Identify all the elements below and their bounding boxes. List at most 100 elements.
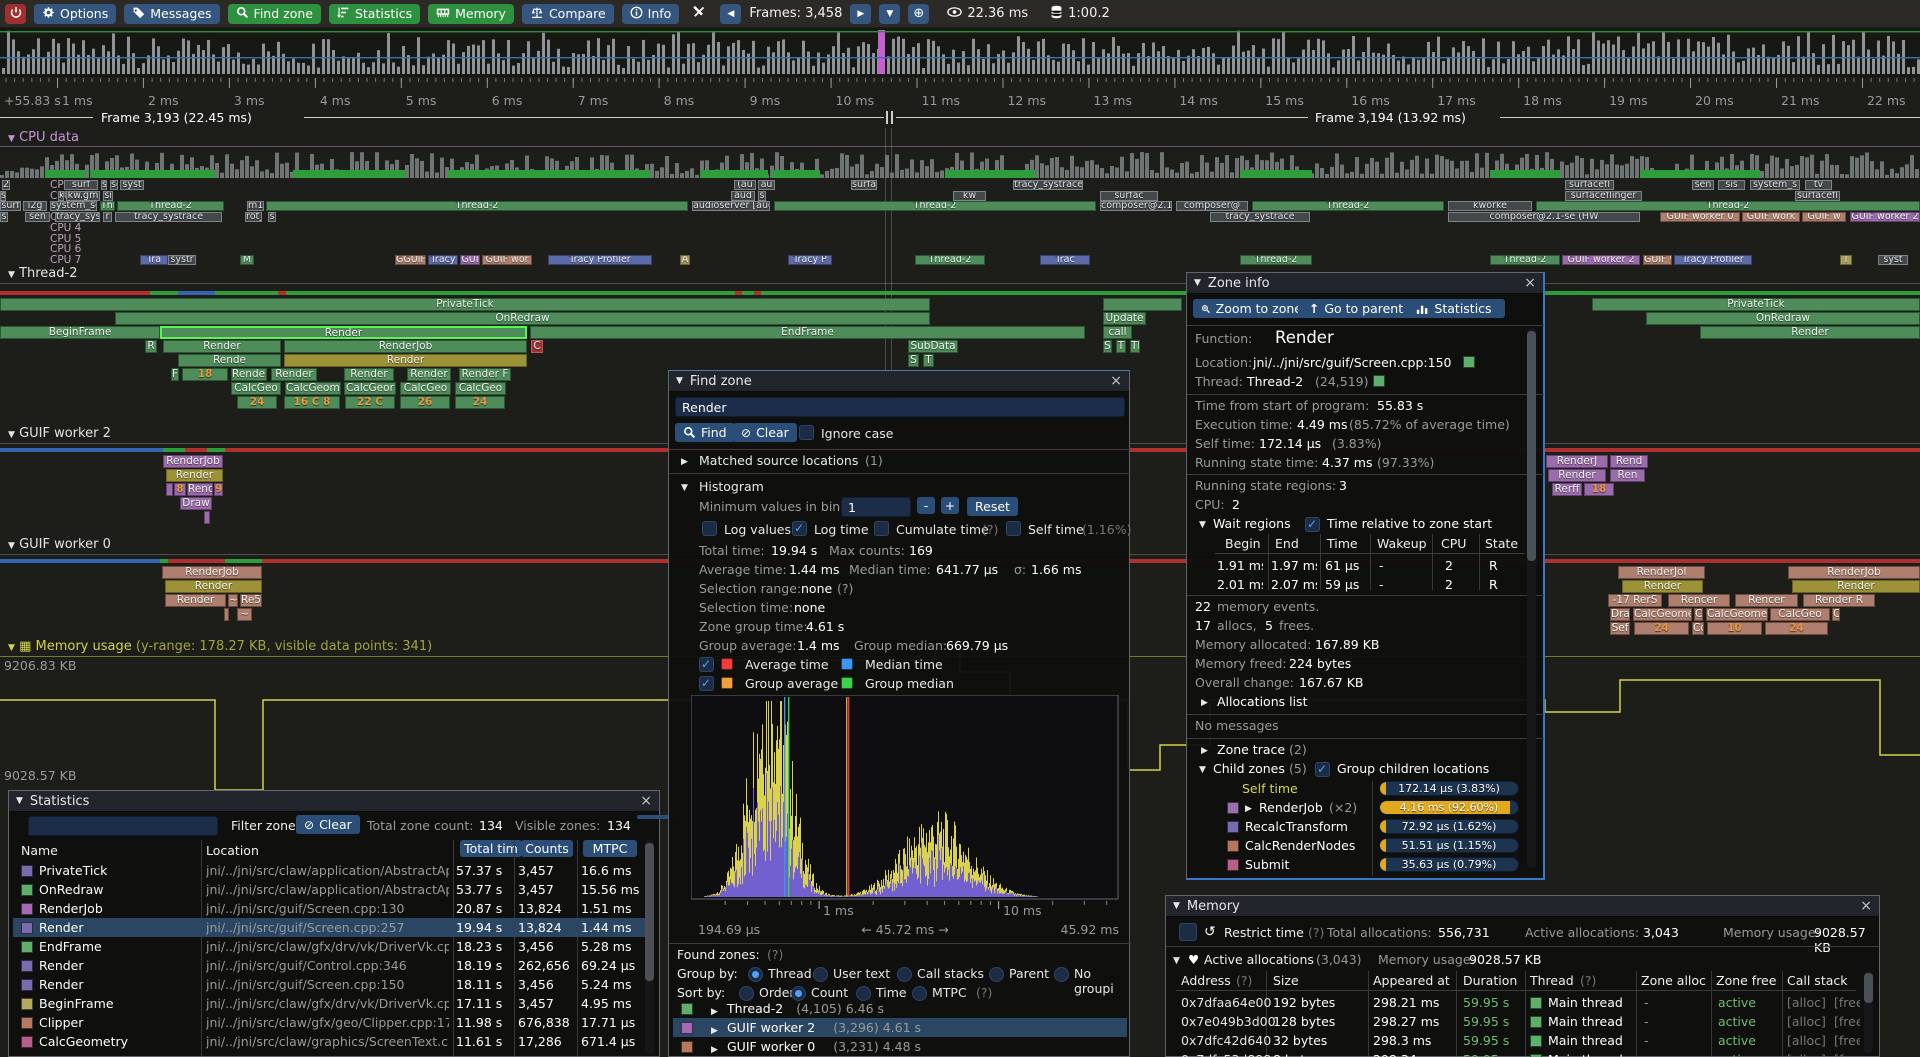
timeline-zone[interactable]: Ren: [1610, 469, 1645, 482]
sort-column-button[interactable]: MTPC: [583, 840, 637, 857]
messages-button[interactable]: Messages: [124, 4, 219, 24]
cpu-zone[interactable]: s: [268, 212, 276, 222]
found-zone-row[interactable]: ▶Thread-2(4,105) 6.46 s: [669, 1000, 1127, 1017]
restrict-time-checkbox[interactable]: [1179, 923, 1197, 941]
histogram-option-checkbox[interactable]: [792, 521, 807, 536]
timeline-zone[interactable]: CalcGeomet: [1706, 608, 1768, 621]
time-relative-checkbox[interactable]: [1305, 517, 1320, 532]
zone-action-button[interactable]: Zoom to zone: [1193, 299, 1310, 318]
table-row[interactable]: Clipperjni/../jni/src/claw/gfx/geo/Clipp…: [9, 1014, 645, 1031]
wait-table-header[interactable]: State: [1485, 536, 1518, 551]
collapse-arrow[interactable]: ▼: [16, 796, 23, 806]
cpu-zone[interactable]: surfaceflinger: [1565, 191, 1642, 201]
timeline-zone[interactable]: S: [908, 354, 919, 367]
cpu-zone[interactable]: Thread-2: [1536, 201, 1920, 211]
frame-label-left[interactable]: Frame 3,193 (22.45 ms): [96, 110, 257, 125]
wait-table-header[interactable]: End: [1275, 536, 1299, 551]
timeline-zone[interactable]: Re5: [240, 594, 262, 607]
active-allocations-arrow[interactable]: ▼: [1173, 956, 1180, 966]
sort-by-radio[interactable]: [912, 986, 927, 1001]
allocation-row[interactable]: 0x7e049b3d00128 bytes298.27 ms59.95 sMai…: [1166, 1013, 1861, 1030]
cpu-zone[interactable]: se: [110, 180, 118, 190]
cpu-zone[interactable]: 2: [2, 180, 10, 190]
table-row[interactable]: EndFramejni/../jni/src/claw/gfx/drv/vk/D…: [9, 938, 645, 955]
expand-arrow[interactable]: ▶: [711, 1042, 718, 1055]
timeline-zone[interactable]: Draw: [180, 497, 212, 510]
clear-filter-button[interactable]: ⊘Clear: [296, 815, 360, 834]
cpu-zone[interactable]: surfac: [851, 180, 877, 190]
timeline-zone[interactable]: CalcGeo: [400, 382, 451, 395]
timeline-zone[interactable]: C: [1832, 608, 1840, 621]
cpu-zone[interactable]: i2g: [23, 201, 47, 211]
cpu-zone[interactable]: Thread-2: [774, 201, 1096, 211]
allocation-row[interactable]: 0x7dfaa64e00192 bytes298.21 ms59.95 sMai…: [1166, 994, 1861, 1011]
sort-by-radio[interactable]: [856, 986, 871, 1001]
found-zone-row[interactable]: ▶GUIF worker 0(3,231) 4.48 s: [669, 1038, 1127, 1055]
cpu-data-header[interactable]: ▼ CPU data: [8, 130, 79, 145]
zone-trace-arrow[interactable]: ▶: [1201, 746, 1208, 756]
timeline-zone[interactable]: [224, 608, 229, 621]
alloc-callstack-alloc[interactable]: [alloc]: [1787, 1032, 1826, 1049]
matched-expand-arrow[interactable]: ▶: [681, 457, 688, 467]
timeline-zone[interactable]: CalcGeor: [344, 382, 396, 395]
timeline-zone[interactable]: Dra: [1610, 608, 1630, 621]
timeline-zone[interactable]: -17 RerS: [1608, 594, 1662, 607]
timeline-zone[interactable]: Render: [407, 368, 451, 381]
child-zones-arrow[interactable]: ▼: [1199, 765, 1206, 775]
table-row[interactable]: BeginFramejni/../jni/src/claw/gfx/drv/vk…: [9, 995, 645, 1012]
cpu-zone[interactable]: I: [1840, 255, 1852, 265]
cpu-zone[interactable]: Thre: [100, 201, 115, 211]
timeline-zone[interactable]: Render R: [1803, 594, 1875, 607]
cpu-zone[interactable]: composer@2.1-se [HW: [1100, 201, 1172, 211]
alloc-column-header[interactable]: Address: [1181, 973, 1231, 988]
timeline-zone[interactable]: Cd: [1692, 622, 1704, 635]
wait-regions-arrow[interactable]: ▼: [1199, 520, 1206, 530]
histogram-option-checkbox[interactable]: [1006, 521, 1021, 536]
cpu-zone[interactable]: Tracy Profiler: [1674, 255, 1752, 265]
cpu-zone[interactable]: composer@: [1176, 201, 1248, 211]
cpu-zone[interactable]: s: [758, 191, 766, 201]
group-children-checkbox[interactable]: [1315, 762, 1330, 777]
timeline-zone[interactable]: 26: [400, 396, 450, 409]
cpu-zone[interactable]: surfac: [1100, 191, 1158, 201]
alloc-callstack-free[interactable]: [free]: [1834, 1051, 1860, 1057]
cpu-zone[interactable]: tracy_syst: [55, 212, 100, 222]
table-row[interactable]: PrivateTickjni/../jni/src/claw/applicati…: [9, 862, 645, 879]
timeline-zone[interactable]: Render: [163, 340, 281, 353]
timeline-zone[interactable]: 24: [455, 396, 505, 409]
alloc-column-header[interactable]: Call stack: [1787, 973, 1848, 988]
group-by-radio[interactable]: [1054, 967, 1069, 982]
alloc-column-header[interactable]: Appeared at: [1373, 973, 1450, 988]
alloc-callstack-free[interactable]: [free]: [1834, 994, 1860, 1011]
cpu-zone[interactable]: sen: [25, 212, 50, 222]
cpu-zone[interactable]: surfacefl: [1565, 180, 1614, 190]
cpu-zone[interactable]: Tra: [140, 255, 168, 265]
cpu-zone[interactable]: GUIF worker 2: [1562, 255, 1640, 265]
timeline-zone[interactable]: 24: [1765, 622, 1828, 635]
timeline-zone[interactable]: PrivateTick: [1592, 298, 1920, 311]
tools-icon[interactable]: [691, 5, 706, 22]
filter-zones-input[interactable]: [28, 816, 218, 836]
collapse-arrow[interactable]: ▼: [1194, 278, 1201, 288]
cpu-zone[interactable]: Thread-2: [1240, 255, 1312, 265]
cpu-zone[interactable]: si: [103, 191, 113, 201]
timeline-zone[interactable]: Render: [1700, 326, 1920, 339]
timeline-zone[interactable]: Render: [1622, 580, 1703, 593]
cpu-zone[interactable]: tv: [1805, 180, 1832, 190]
alloc-callstack-free[interactable]: [free]: [1834, 1032, 1860, 1049]
group-by-radio[interactable]: [989, 967, 1004, 982]
expand-arrow[interactable]: ▶: [711, 1004, 718, 1017]
memory-usage-header[interactable]: ▼ ▦ Memory usage (y-range: 178.27 KB, vi…: [8, 639, 432, 654]
cpu-zone[interactable]: Tracy Profiler: [548, 255, 652, 265]
cpu-zone[interactable]: GUIF work: [1742, 212, 1800, 222]
cpu-zone[interactable]: surf: [64, 180, 98, 190]
cpu-zone[interactable]: kworke: [1448, 201, 1532, 211]
alloc-callstack-free[interactable]: [free]: [1834, 1013, 1860, 1030]
timeline-zone[interactable]: Tl: [1130, 340, 1140, 353]
timeline-zone[interactable]: 8: [174, 483, 186, 496]
cpu-zone[interactable]: tracy_systrace: [1013, 180, 1083, 190]
find-button[interactable]: Find: [675, 423, 735, 442]
timeline-zone[interactable]: 10: [1707, 622, 1762, 635]
timeline-zone[interactable]: RenderJob: [1788, 566, 1920, 579]
cpu-zone[interactable]: Thread-2: [915, 255, 985, 265]
